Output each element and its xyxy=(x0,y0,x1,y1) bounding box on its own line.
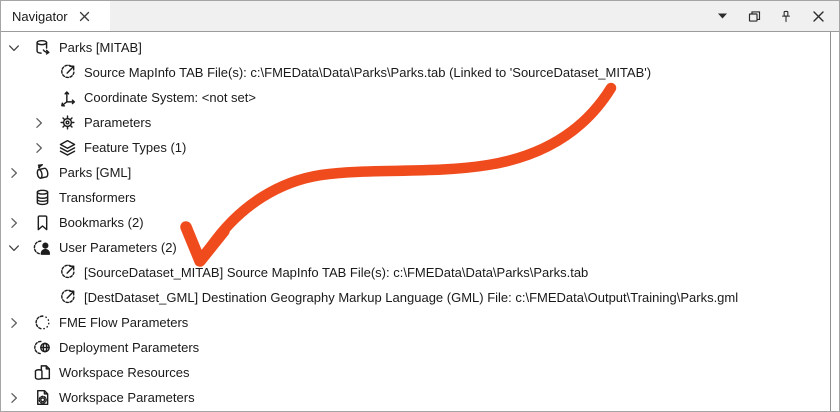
tree-item-label: Parks [GML] xyxy=(59,165,132,180)
pin-button[interactable] xyxy=(777,7,795,25)
chevron-right-icon[interactable] xyxy=(7,313,31,333)
linked-parameter-icon xyxy=(56,263,78,283)
tree-item-label: Workspace Parameters xyxy=(59,390,195,405)
tree-item[interactable]: [SourceDataset_MITAB] Source MapInfo TAB… xyxy=(1,260,830,285)
layers-icon xyxy=(56,138,78,158)
navigator-panel: Navigator Parks [MITAB] Source MapInfo T… xyxy=(0,0,840,412)
dock-menu-button[interactable] xyxy=(713,7,731,25)
tree-item[interactable]: Parameters xyxy=(1,110,830,135)
tree-item-label: Parameters xyxy=(84,115,152,130)
tree-item[interactable]: Transformers xyxy=(1,185,830,210)
float-window-icon xyxy=(748,10,760,22)
titlebar-buttons xyxy=(713,1,839,31)
database-page-icon xyxy=(31,363,53,383)
tree-item-label: User Parameters (2) xyxy=(59,240,177,255)
chevron-down-icon[interactable] xyxy=(7,238,31,258)
tree-item[interactable]: Bookmarks (2) xyxy=(1,210,830,235)
chevron-right-icon[interactable] xyxy=(7,213,31,233)
tree-item-label: Parks [MITAB] xyxy=(59,40,142,55)
tree-item-label: [DestDataset_GML] Destination Geography … xyxy=(84,290,739,305)
tree-item[interactable]: FME Flow Parameters xyxy=(1,310,830,335)
tab-navigator[interactable]: Navigator xyxy=(1,1,110,31)
tree-item[interactable]: Parks [MITAB] xyxy=(1,35,830,60)
tab-title: Navigator xyxy=(12,8,68,24)
tree-item[interactable]: Coordinate System: <not set> xyxy=(1,85,830,110)
dashed-gear-icon xyxy=(31,313,53,333)
tree-item[interactable]: Feature Types (1) xyxy=(1,135,830,160)
tree-item[interactable]: Source MapInfo TAB File(s): c:\FMEData\D… xyxy=(1,60,830,85)
chevron-dropdown-icon xyxy=(717,13,727,19)
tree-item-label: FME Flow Parameters xyxy=(59,315,189,330)
reader-dataset-icon xyxy=(31,38,53,58)
database-stack-icon xyxy=(31,188,53,208)
chevron-right-icon[interactable] xyxy=(7,163,31,183)
close-icon xyxy=(812,10,824,22)
user-gear-icon xyxy=(31,238,53,258)
chevron-right-icon[interactable] xyxy=(32,138,56,158)
bookmark-icon xyxy=(31,213,53,233)
tree-item-label: Coordinate System: <not set> xyxy=(84,90,256,105)
writer-dataset-icon xyxy=(31,163,53,183)
tree-item-label: Deployment Parameters xyxy=(59,340,200,355)
pin-icon xyxy=(781,10,791,22)
tree-item-label: [SourceDataset_MITAB] Source MapInfo TAB… xyxy=(84,265,589,280)
navigator-tree: Parks [MITAB] Source MapInfo TAB File(s)… xyxy=(1,32,831,411)
tree-item-label: Workspace Resources xyxy=(59,365,190,380)
chevron-down-icon[interactable] xyxy=(7,38,31,58)
chevron-right-icon[interactable] xyxy=(7,388,31,408)
gear-icon xyxy=(56,113,78,133)
tab-close-icon[interactable] xyxy=(77,8,93,24)
panel-tab-bar: Navigator xyxy=(1,1,839,32)
tree-item-label: Feature Types (1) xyxy=(84,140,187,155)
gear-globe-icon xyxy=(31,338,53,358)
coordinate-system-icon xyxy=(56,88,78,108)
linked-parameter-icon xyxy=(56,288,78,308)
float-button[interactable] xyxy=(745,7,763,25)
tree-item[interactable]: Workspace Parameters xyxy=(1,385,830,410)
close-button[interactable] xyxy=(809,7,827,25)
tree-item[interactable]: User Parameters (2) xyxy=(1,235,830,260)
tree-item[interactable]: Parks [GML] xyxy=(1,160,830,185)
tree-item-label: Transformers xyxy=(59,190,136,205)
tree-item[interactable]: [DestDataset_GML] Destination Geography … xyxy=(1,285,830,310)
tree-item-label: Bookmarks (2) xyxy=(59,215,144,230)
page-gear-icon xyxy=(31,388,53,408)
chevron-right-icon[interactable] xyxy=(32,113,56,133)
tree-item[interactable]: Workspace Resources xyxy=(1,360,830,385)
linked-parameter-icon xyxy=(56,63,78,83)
tree-item-label: Source MapInfo TAB File(s): c:\FMEData\D… xyxy=(84,65,652,80)
tree-item[interactable]: Deployment Parameters xyxy=(1,335,830,360)
